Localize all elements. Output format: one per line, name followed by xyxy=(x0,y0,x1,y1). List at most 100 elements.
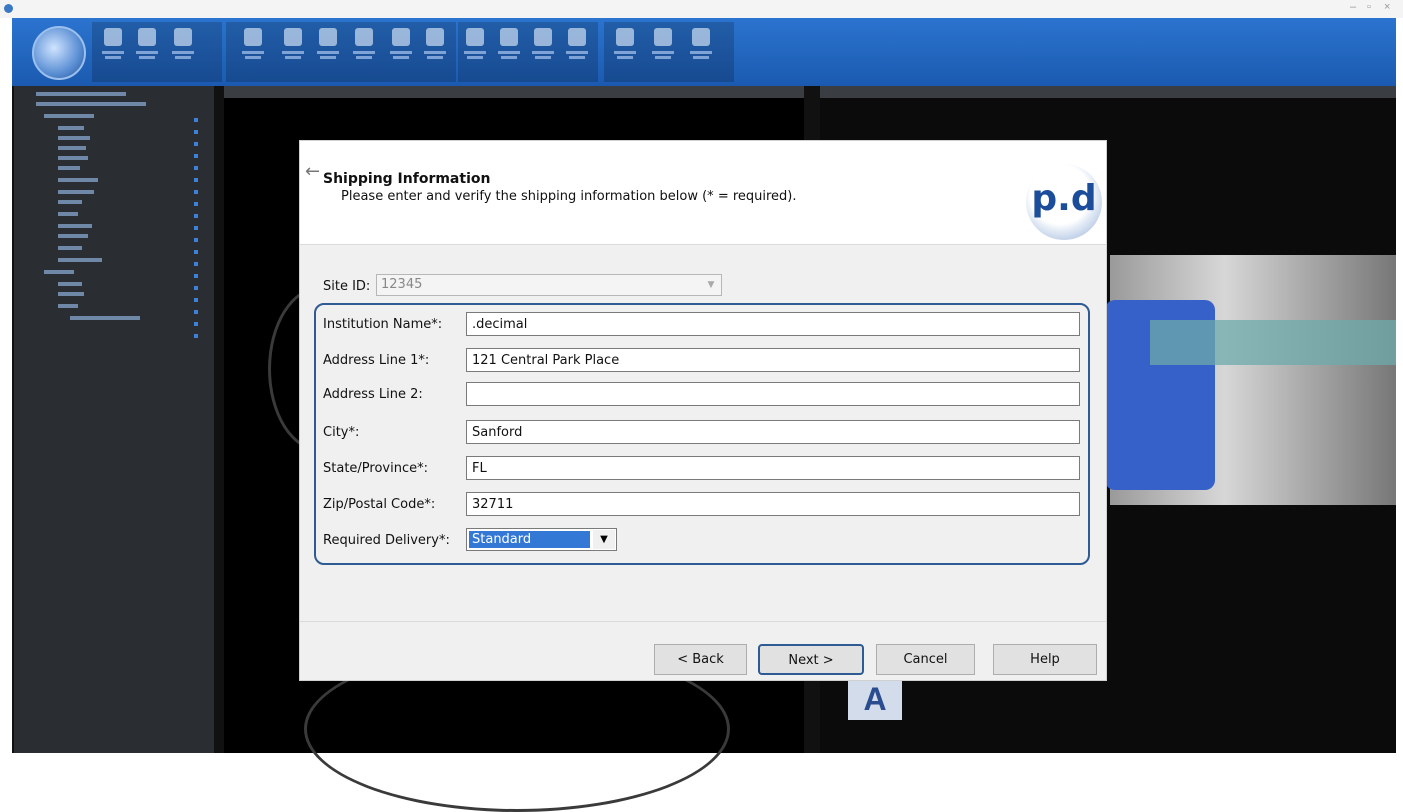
tree-item[interactable] xyxy=(58,224,92,228)
ribbon-button[interactable] xyxy=(351,28,377,74)
state-province-value: FL xyxy=(472,461,487,476)
ribbon-toolbar xyxy=(12,18,1396,86)
shipping-dialog: ← Shipping Information Please enter and … xyxy=(300,141,1106,680)
institution-name-field[interactable]: .decimal xyxy=(466,312,1080,336)
visibility-icon[interactable] xyxy=(194,202,198,206)
dialog-title: Shipping Information xyxy=(323,171,491,187)
back-button[interactable]: < Back xyxy=(654,644,747,675)
ribbon-button[interactable] xyxy=(315,28,341,74)
zip-postal-code-field[interactable]: 32711 xyxy=(466,492,1080,516)
required-delivery-select[interactable]: Standard ▼ xyxy=(466,528,617,551)
state-province-field[interactable]: FL xyxy=(466,456,1080,480)
tree-item[interactable] xyxy=(58,156,88,160)
city-value: Sanford xyxy=(472,425,523,440)
cancel-button[interactable]: Cancel xyxy=(876,644,975,675)
address-line-1-field[interactable]: 121 Central Park Place xyxy=(466,348,1080,372)
tree-item[interactable] xyxy=(58,282,82,286)
ribbon-button[interactable] xyxy=(688,28,714,74)
object-tree-panel xyxy=(14,86,214,753)
ribbon-button[interactable] xyxy=(564,28,590,74)
window-titlebar: – ▫ × xyxy=(0,0,1403,18)
tree-item[interactable] xyxy=(58,292,84,296)
tree-item[interactable] xyxy=(58,178,98,182)
ribbon-button[interactable] xyxy=(462,28,488,74)
viewport-header xyxy=(820,86,1396,98)
site-id-select[interactable]: 12345 ▼ xyxy=(376,274,722,296)
visibility-icon[interactable] xyxy=(194,310,198,314)
visibility-icon[interactable] xyxy=(194,226,198,230)
tree-item[interactable] xyxy=(58,190,94,194)
state-province-label: State/Province*: xyxy=(323,461,428,476)
app-icon xyxy=(4,4,13,13)
ribbon-button[interactable] xyxy=(612,28,638,74)
app-logo[interactable] xyxy=(32,26,86,80)
required-delivery-label: Required Delivery*: xyxy=(323,533,450,548)
chevron-down-icon[interactable]: ▼ xyxy=(703,277,719,293)
tree-item[interactable] xyxy=(70,316,140,320)
ribbon-button[interactable] xyxy=(280,28,306,74)
visibility-icon[interactable] xyxy=(194,130,198,134)
pd-logo-text: p.d xyxy=(1031,178,1097,219)
visibility-icon[interactable] xyxy=(194,322,198,326)
visibility-icon[interactable] xyxy=(194,190,198,194)
ribbon-button[interactable] xyxy=(650,28,676,74)
address-line-2-label: Address Line 2: xyxy=(323,387,423,402)
tree-item[interactable] xyxy=(58,166,80,170)
site-id-value: 12345 xyxy=(381,277,423,292)
visibility-icon[interactable] xyxy=(194,274,198,278)
city-field[interactable]: Sanford xyxy=(466,420,1080,444)
next-button[interactable]: Next > xyxy=(758,644,864,675)
visibility-icon[interactable] xyxy=(194,262,198,266)
tree-item[interactable] xyxy=(36,92,126,96)
help-button[interactable]: Help xyxy=(993,644,1097,675)
dialog-subtitle: Please enter and verify the shipping inf… xyxy=(341,189,797,204)
visibility-icon[interactable] xyxy=(194,166,198,170)
zip-postal-code-value: 32711 xyxy=(472,497,514,512)
zip-postal-code-label: Zip/Postal Code*: xyxy=(323,497,436,512)
tree-item[interactable] xyxy=(58,126,84,130)
address-line-2-field[interactable] xyxy=(466,382,1080,406)
back-arrow-icon[interactable]: ← xyxy=(305,161,320,182)
tree-item[interactable] xyxy=(58,146,86,150)
visibility-icon[interactable] xyxy=(194,214,198,218)
ribbon-button[interactable] xyxy=(422,28,448,74)
institution-name-label: Institution Name*: xyxy=(323,317,443,332)
tree-item[interactable] xyxy=(58,258,102,262)
ribbon-button[interactable] xyxy=(496,28,522,74)
tree-item[interactable] xyxy=(58,212,78,216)
tree-item[interactable] xyxy=(58,246,82,250)
ribbon-button[interactable] xyxy=(530,28,556,74)
tree-item[interactable] xyxy=(58,136,90,140)
tree-item[interactable] xyxy=(36,102,146,106)
visibility-icon[interactable] xyxy=(194,154,198,158)
maximize-icon[interactable]: ▫ xyxy=(1367,1,1371,13)
ribbon-button[interactable] xyxy=(134,28,160,74)
visibility-icon[interactable] xyxy=(194,250,198,254)
tree-item[interactable] xyxy=(58,200,82,204)
close-icon[interactable]: × xyxy=(1384,1,1390,13)
visibility-icon[interactable] xyxy=(194,298,198,302)
tree-item[interactable] xyxy=(44,270,74,274)
pd-logo: p.d xyxy=(1026,164,1102,240)
tree-item[interactable] xyxy=(58,234,88,238)
site-id-label: Site ID: xyxy=(323,279,371,294)
chevron-down-icon[interactable]: ▼ xyxy=(593,530,615,549)
ribbon-button[interactable] xyxy=(100,28,126,74)
3d-cut-plane xyxy=(1150,320,1396,365)
visibility-icon[interactable] xyxy=(194,118,198,122)
visibility-icon[interactable] xyxy=(194,142,198,146)
ribbon-button[interactable] xyxy=(170,28,196,74)
ribbon-button[interactable] xyxy=(240,28,266,74)
minimize-icon[interactable]: – xyxy=(1350,1,1356,13)
orientation-label: A xyxy=(848,678,902,720)
dialog-header: ← Shipping Information Please enter and … xyxy=(300,141,1106,245)
viewport-header xyxy=(224,86,804,98)
visibility-icon[interactable] xyxy=(194,286,198,290)
visibility-icon[interactable] xyxy=(194,238,198,242)
ribbon-button[interactable] xyxy=(388,28,414,74)
tree-item[interactable] xyxy=(44,114,94,118)
address-line-1-label: Address Line 1*: xyxy=(323,353,430,368)
tree-item[interactable] xyxy=(58,304,78,308)
visibility-icon[interactable] xyxy=(194,334,198,338)
visibility-icon[interactable] xyxy=(194,178,198,182)
